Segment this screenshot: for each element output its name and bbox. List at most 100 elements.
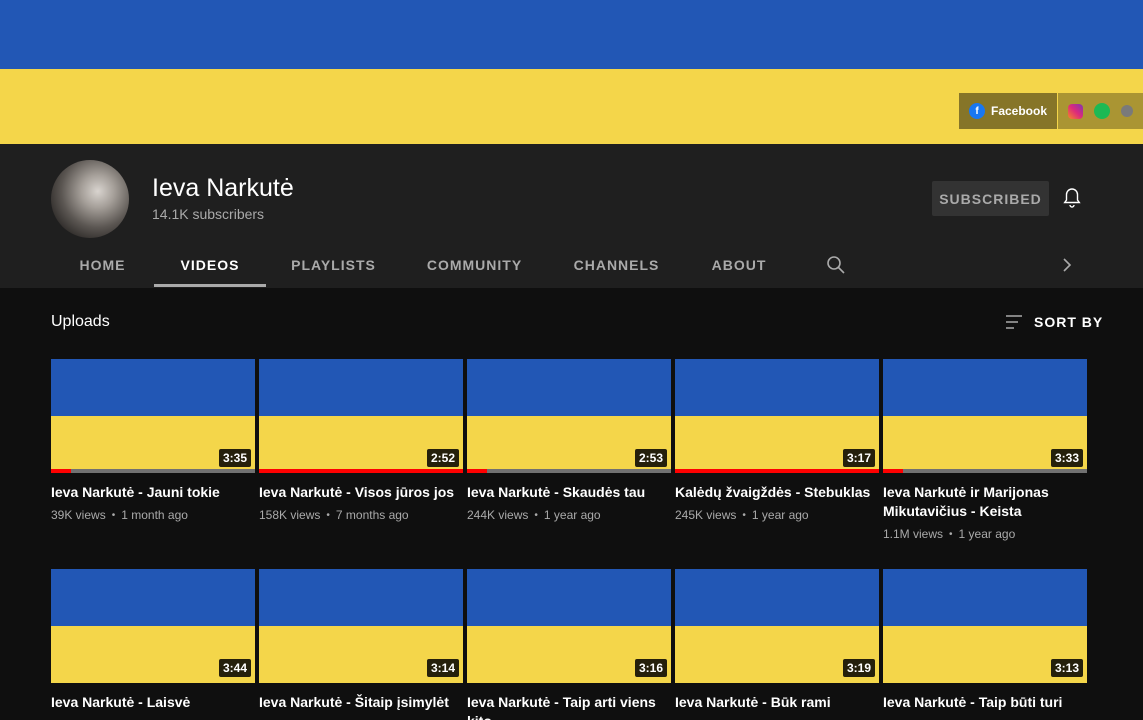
video-title[interactable]: Ieva Narkutė - Skaudės tau — [467, 483, 671, 502]
view-count: 1.1M views — [883, 527, 944, 541]
subscriber-count: 14.1K subscribers — [152, 206, 265, 222]
video-thumbnail[interactable]: 3:33 — [883, 359, 1087, 473]
thumbnail-blue — [883, 569, 1087, 626]
video-card[interactable]: 2:53 Ieva Narkutė - Skaudės tau 244K views… — [467, 359, 671, 522]
video-thumbnail[interactable]: 3:16 — [467, 569, 671, 683]
uploads-heading: Uploads — [51, 313, 110, 330]
channel-header: Ieva Narkutė 14.1K subscribers SUBSCRIBE… — [0, 144, 1143, 288]
video-thumbnail[interactable]: 2:52 — [259, 359, 463, 473]
video-thumbnail[interactable]: 2:53 — [467, 359, 671, 473]
facebook-link[interactable]: f Facebook — [959, 93, 1058, 129]
watch-progress-bar — [675, 469, 879, 473]
video-duration: 3:16 — [634, 659, 667, 677]
thumbnail-blue — [259, 359, 463, 416]
thumbnail-blue — [675, 359, 879, 416]
video-card[interactable]: 3:19 Ieva Narkutė - Būk rami — [675, 569, 879, 712]
thumbnail-blue — [883, 359, 1087, 416]
sort-by-button[interactable]: SORT BY — [1004, 312, 1103, 332]
channel-avatar[interactable] — [51, 160, 129, 238]
video-card[interactable]: 3:14 Ieva Narkutė - Šitaip įsimylėt — [259, 569, 463, 712]
video-meta: 245K views • 1 year ago — [675, 508, 879, 522]
tab-about[interactable]: ABOUT — [685, 242, 793, 288]
video-thumbnail[interactable]: 3:44 — [51, 569, 255, 683]
view-count: 39K views — [51, 508, 106, 522]
video-thumbnail[interactable]: 3:14 — [259, 569, 463, 683]
banner-links: f Facebook — [959, 93, 1143, 129]
meta-separator: • — [534, 509, 538, 521]
video-title[interactable]: Ieva Narkutė - Būk rami — [675, 693, 879, 712]
channel-banner: f Facebook — [0, 0, 1143, 144]
video-card[interactable]: 3:17 Kalėdų žvaigždės - Stebuklas 245K vie… — [675, 359, 879, 522]
channel-name: Ieva Narkutė — [152, 174, 294, 202]
tab-playlists[interactable]: PLAYLISTS — [266, 242, 401, 288]
watch-progress-track — [51, 469, 255, 473]
watch-progress-track — [467, 469, 671, 473]
video-duration: 3:19 — [842, 659, 875, 677]
thumbnail-blue — [467, 359, 671, 416]
video-card[interactable]: 3:13 Ieva Narkutė - Taip būti turi — [883, 569, 1087, 712]
video-title[interactable]: Ieva Narkutė - Šitaip įsimylėt — [259, 693, 463, 712]
subscribed-button[interactable]: SUBSCRIBED — [932, 181, 1049, 216]
upload-age: 1 year ago — [751, 508, 809, 522]
video-duration: 3:44 — [218, 659, 251, 677]
facebook-link-label: Facebook — [991, 104, 1048, 118]
video-thumbnail[interactable]: 3:19 — [675, 569, 879, 683]
thumbnail-blue — [467, 569, 671, 626]
video-card[interactable]: 3:33 Ieva Narkutė ir Marijonas Mikutaviči… — [883, 359, 1087, 541]
video-thumbnail[interactable]: 3:13 — [883, 569, 1087, 683]
upload-age: 1 year ago — [958, 527, 1016, 541]
spotify-icon[interactable] — [1094, 103, 1111, 119]
thumbnail-blue — [51, 359, 255, 416]
video-card[interactable]: 3:44 Ieva Narkutė - Laisvė — [51, 569, 255, 712]
video-title[interactable]: Kalėdų žvaigždės - Stebuklas — [675, 483, 879, 502]
video-title[interactable]: Ieva Narkutė - Laisvė — [51, 693, 255, 712]
watch-progress-bar — [259, 469, 463, 473]
video-card[interactable]: 2:52 Ieva Narkutė - Visos jūros jos 158K v… — [259, 359, 463, 522]
video-title[interactable]: Ieva Narkutė ir Marijonas Mikutavičius -… — [883, 483, 1087, 521]
meta-separator: • — [111, 509, 116, 521]
video-meta: 39K views • 1 month ago — [51, 508, 255, 522]
video-duration: 3:33 — [1050, 449, 1083, 467]
video-duration: 2:53 — [634, 449, 667, 467]
thumbnail-blue — [675, 569, 879, 626]
video-meta: 158K views • 7 months ago — [259, 508, 463, 522]
meta-separator: • — [742, 509, 746, 521]
video-title[interactable]: Ieva Narkutė - Taip arti viens kito — [467, 693, 671, 720]
tab-community[interactable]: COMMUNITY — [401, 242, 548, 288]
upload-age: 7 months ago — [335, 508, 409, 522]
tab-home[interactable]: HOME — [51, 242, 154, 288]
video-thumbnail[interactable]: 3:35 — [51, 359, 255, 473]
link-icon[interactable] — [1121, 105, 1134, 117]
tab-videos[interactable]: VIDEOS — [154, 242, 266, 288]
thumbnail-blue — [51, 569, 255, 626]
video-card[interactable]: 3:16 Ieva Narkutė - Taip arti viens kito — [467, 569, 671, 720]
search-icon[interactable] — [824, 253, 848, 277]
video-thumbnail[interactable]: 3:17 — [675, 359, 879, 473]
sort-by-label: SORT BY — [1034, 314, 1104, 330]
video-title[interactable]: Ieva Narkutė - Jauni tokie — [51, 483, 255, 502]
instagram-icon[interactable] — [1068, 103, 1084, 119]
video-title[interactable]: Ieva Narkutė - Visos jūros jos — [259, 483, 463, 502]
video-duration: 2:52 — [426, 449, 459, 467]
video-duration: 3:35 — [218, 449, 251, 467]
channel-tabs: HOME VIDEOS PLAYLISTS COMMUNITY CHANNELS… — [51, 242, 1111, 288]
view-count: 245K views — [675, 508, 737, 522]
upload-age: 1 month ago — [121, 508, 188, 522]
facebook-icon: f — [969, 103, 985, 119]
banner-blue-band — [0, 0, 1143, 69]
video-duration: 3:14 — [426, 659, 459, 677]
view-count: 158K views — [259, 508, 321, 522]
other-links — [1058, 93, 1143, 129]
tab-channels[interactable]: CHANNELS — [548, 242, 685, 288]
video-duration: 3:13 — [1050, 659, 1083, 677]
video-meta: 244K views • 1 year ago — [467, 508, 671, 522]
upload-age: 1 year ago — [543, 508, 601, 522]
video-title[interactable]: Ieva Narkutė - Taip būti turi — [883, 693, 1087, 712]
thumbnail-blue — [259, 569, 463, 626]
view-count: 244K views — [467, 508, 529, 522]
bell-icon[interactable] — [1060, 186, 1084, 210]
watch-progress-track — [883, 469, 1087, 473]
chevron-right-icon[interactable] — [1054, 253, 1078, 277]
video-card[interactable]: 3:35 Ieva Narkutė - Jauni tokie 39K views •… — [51, 359, 255, 522]
watch-progress-bar — [51, 469, 72, 473]
